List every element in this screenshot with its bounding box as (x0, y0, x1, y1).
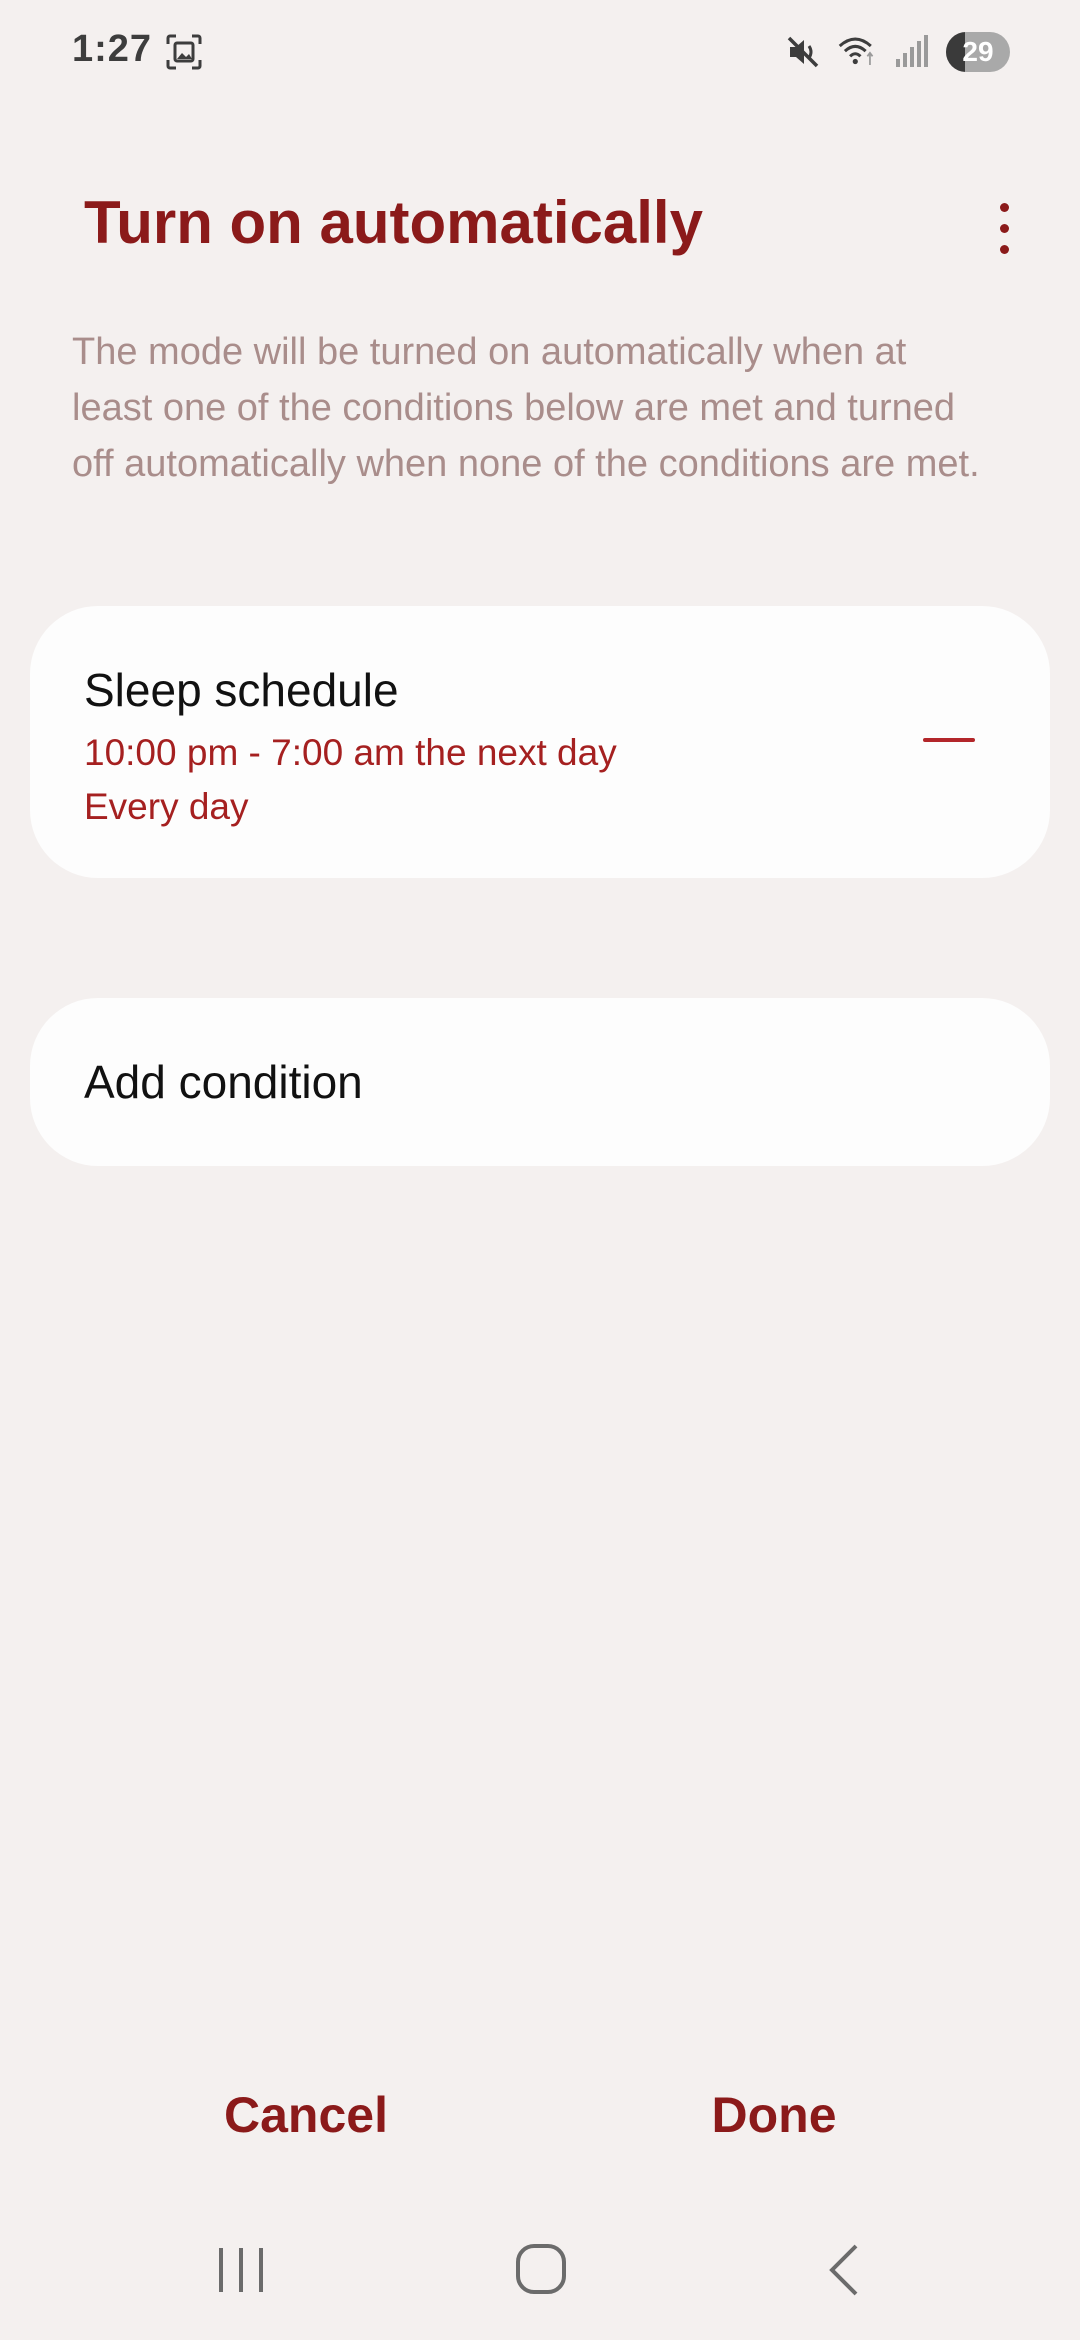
bottom-actions: Cancel Done (0, 2070, 1080, 2160)
signal-icon (896, 35, 928, 67)
condition-time: 10:00 pm - 7:00 am the next day (84, 732, 617, 773)
navigation-bar (0, 2230, 1080, 2310)
condition-card-sleep-schedule[interactable]: Sleep schedule 10:00 pm - 7:00 am the ne… (30, 606, 1050, 878)
battery-level: 29 (962, 36, 994, 67)
done-button[interactable]: Done (624, 2070, 924, 2160)
back-icon[interactable] (810, 2240, 880, 2300)
more-vertical-icon (999, 244, 1009, 254)
wifi-icon (838, 37, 874, 65)
condition-days: Every day (84, 786, 249, 827)
cancel-button[interactable]: Cancel (156, 2070, 456, 2160)
status-icons: 29 (784, 30, 1010, 74)
home-icon[interactable] (506, 2240, 576, 2300)
remove-condition-button[interactable] (922, 720, 976, 760)
battery-icon: 29 (946, 32, 1010, 72)
add-condition-button[interactable]: Add condition (30, 998, 1050, 1166)
more-vertical-icon (999, 202, 1009, 212)
more-vertical-icon (999, 223, 1009, 233)
page-title: Turn on automatically (84, 189, 703, 256)
condition-title: Sleep schedule (84, 664, 399, 716)
minus-icon (923, 738, 975, 742)
status-bar: 1:27 29 (0, 0, 1080, 100)
more-options-button[interactable] (974, 192, 1034, 264)
status-time: 1:27 (72, 28, 153, 70)
recents-icon[interactable] (206, 2240, 276, 2300)
screenshot-icon (166, 34, 202, 70)
description-text: The mode will be turned on automatically… (72, 331, 980, 485)
mute-icon (787, 36, 819, 68)
add-condition-label: Add condition (84, 1056, 363, 1108)
